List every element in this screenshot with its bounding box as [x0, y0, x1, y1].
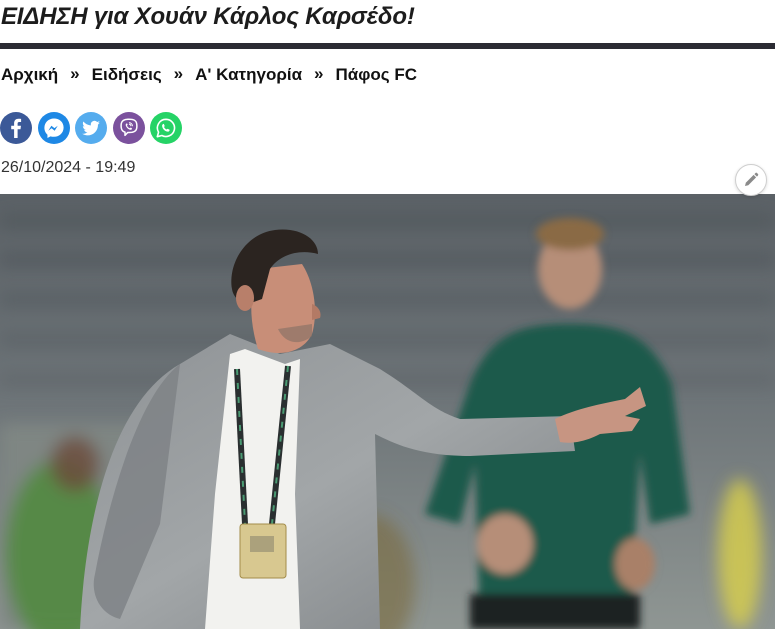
share-twitter-button[interactable] — [75, 112, 107, 144]
viber-icon — [119, 118, 138, 137]
breadcrumb-news[interactable]: Ειδήσεις — [92, 65, 162, 85]
pencil-icon — [745, 172, 759, 186]
breadcrumb-first-division[interactable]: Α' Κατηγορία — [195, 65, 302, 85]
article-photo[interactable] — [0, 194, 775, 629]
edit-button[interactable] — [735, 164, 767, 196]
breadcrumb-separator: » — [70, 64, 80, 83]
breadcrumb: Αρχική » Ειδήσεις » Α' Κατηγορία » Πάφος… — [1, 64, 418, 85]
whatsapp-icon — [156, 118, 176, 138]
breadcrumb-home[interactable]: Αρχική — [1, 65, 58, 85]
share-whatsapp-button[interactable] — [150, 112, 182, 144]
title-divider — [0, 43, 775, 49]
twitter-icon — [82, 120, 100, 136]
messenger-icon — [43, 118, 64, 138]
share-buttons — [0, 112, 182, 144]
share-facebook-button[interactable] — [0, 112, 32, 144]
coach-gesturing-photo — [0, 194, 775, 629]
article-title: ΕΙΔΗΣΗ για Χουάν Κάρλος Καρσέδο! — [1, 3, 415, 30]
share-messenger-button[interactable] — [37, 112, 70, 144]
facebook-icon — [11, 118, 22, 138]
breadcrumb-separator: » — [314, 64, 324, 83]
breadcrumb-pafos-fc[interactable]: Πάφος FC — [336, 65, 418, 85]
share-viber-button[interactable] — [112, 112, 145, 144]
publish-date: 26/10/2024 - 19:49 — [1, 159, 136, 176]
breadcrumb-separator: » — [173, 64, 184, 83]
